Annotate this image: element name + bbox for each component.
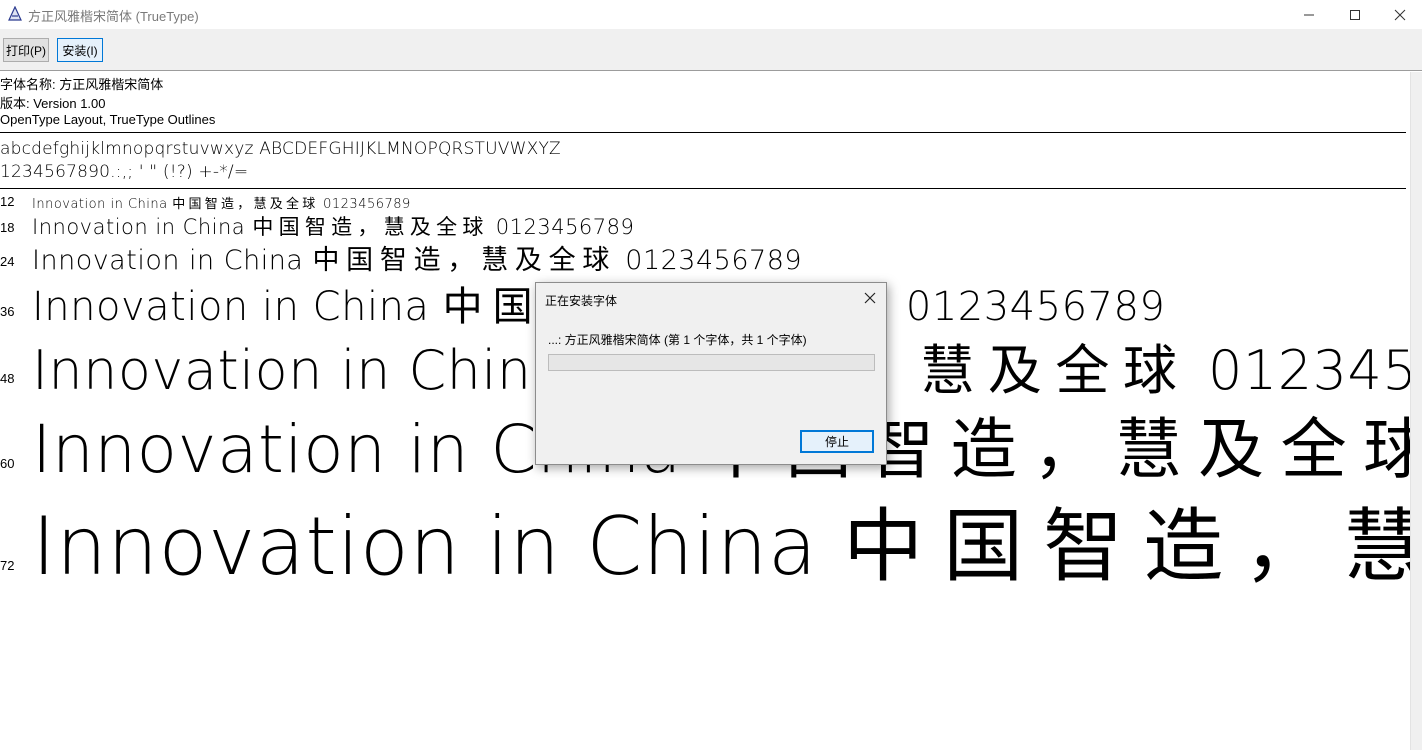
size-label: 48 [0, 371, 15, 386]
charset-digits-symbols: 1234567890.:,; ' " (!?) +-*/= [0, 162, 249, 182]
print-button[interactable]: 打印(P) [3, 38, 49, 62]
size-label: 36 [0, 304, 15, 319]
size-label: 18 [0, 220, 15, 235]
install-progress-dialog: 正在安装字体 ...: 方正风雅楷宋简体 (第 1 个字体，共 1 个字体) 停… [535, 282, 887, 465]
minimize-button[interactable] [1286, 0, 1332, 29]
close-button[interactable] [1377, 0, 1422, 29]
dialog-title: 正在安装字体 [545, 294, 618, 308]
toolbar: 打印(P) 安装(I) [0, 29, 1422, 71]
sample-text: Innovation in China 中国智造，慧及全球 0123456789 [32, 215, 635, 239]
window-title: 方正风雅楷宋简体 (TrueType) [28, 9, 199, 24]
size-label: 24 [0, 254, 15, 269]
dialog-message: ...: 方正风雅楷宋简体 (第 1 个字体，共 1 个字体) [548, 333, 807, 347]
install-progress-bar [548, 354, 875, 371]
install-button[interactable]: 安装(I) [57, 38, 103, 62]
font-file-icon [7, 5, 23, 22]
size-label: 72 [0, 558, 15, 573]
size-label: 60 [0, 456, 15, 471]
title-bar: 方正风雅楷宋简体 (TrueType) [0, 0, 1422, 29]
sample-text: Innovation in China 中国智造，慧及全球 0123456789 [32, 245, 803, 276]
stop-button[interactable]: 停止 [800, 430, 874, 453]
maximize-icon [1350, 9, 1360, 20]
font-version-line: 版本: Version 1.00 [0, 96, 106, 111]
charset-letters: abcdefghijklmnopqrstuvwxyz ABCDEFGHIJKLM… [0, 139, 561, 159]
close-icon [864, 292, 876, 304]
font-type-line: OpenType Layout, TrueType Outlines [0, 112, 216, 127]
divider [0, 132, 1406, 133]
vertical-scrollbar[interactable] [1410, 72, 1422, 750]
maximize-button[interactable] [1332, 0, 1378, 29]
minimize-icon [1304, 14, 1314, 15]
sample-text: Innovation in China 中国智造，慧及全球 0123456789 [32, 500, 1410, 593]
dialog-close-button[interactable] [856, 287, 884, 309]
close-icon [1394, 9, 1406, 20]
size-label: 12 [0, 194, 15, 209]
font-name-line: 字体名称: 方正风雅楷宋简体 [0, 77, 164, 92]
divider [0, 188, 1406, 189]
sample-text: Innovation in China 中国智造，慧及全球 0123456789 [32, 197, 411, 212]
